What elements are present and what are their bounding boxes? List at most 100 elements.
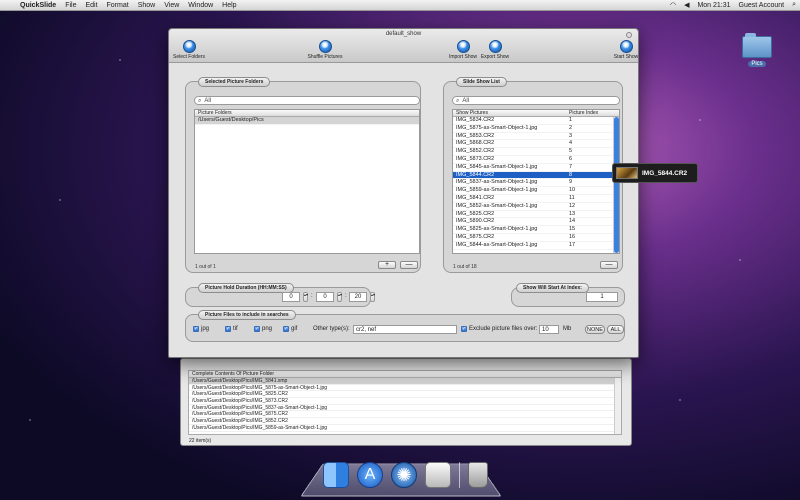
- trash-icon[interactable]: [468, 462, 488, 488]
- table-row[interactable]: IMG_5868.CR2 4: [453, 140, 619, 149]
- slide-name: IMG_5890.CR2: [456, 218, 495, 225]
- add-folder-button[interactable]: +: [378, 261, 396, 269]
- folder-count: 1 out of 1: [195, 264, 216, 270]
- table-row[interactable]: IMG_5852.CR2 5: [453, 148, 619, 156]
- hours-field[interactable]: 0: [282, 292, 300, 302]
- table-row[interactable]: IMG_5875.CR2 16: [453, 234, 619, 242]
- table-row[interactable]: IMG_5873.CR2 6: [453, 156, 619, 164]
- all-button[interactable]: ALL: [607, 325, 624, 334]
- exclude-checkbox[interactable]: ✓ Exclude picture files over:: [461, 326, 537, 332]
- preview-icon[interactable]: [425, 462, 451, 488]
- slide-name: IMG_5875-as-Smart-Object-1.jpg: [456, 124, 538, 131]
- slide-index: 15: [569, 226, 576, 233]
- seconds-stepper[interactable]: ▴▾: [370, 292, 375, 302]
- slide-name: IMG_5852-as-Smart-Object-1.jpg: [456, 202, 538, 209]
- menu-edit[interactable]: Edit: [85, 2, 97, 9]
- table-row[interactable]: IMG_5845-as-Smart-Object-1.jpg 7: [453, 164, 619, 172]
- zoom-button[interactable]: [626, 32, 632, 38]
- volume-icon[interactable]: ◀: [684, 1, 689, 9]
- table-row[interactable]: /Users/Guest/Desktop/Pics/IMG_5837-as-Sm…: [189, 405, 621, 412]
- picture-folders-list[interactable]: Picture Folders /Users/Guest/Desktop/Pic…: [194, 109, 420, 254]
- table-row[interactable]: IMG_5853.CR2 3: [453, 133, 619, 141]
- slide-show-list-panel: Slide Show List ⌕ All Show Pictures Pictu…: [443, 77, 623, 273]
- menubar-user[interactable]: Guest Account: [739, 2, 785, 9]
- folder-contents-header[interactable]: Complete Contents Of Picture Folder: [189, 371, 621, 378]
- select-folders-button[interactable]: Select Folders: [169, 40, 209, 60]
- dock-separator: [459, 462, 460, 488]
- menu-help[interactable]: Help: [222, 2, 236, 9]
- folder-contents-table[interactable]: Complete Contents Of Picture Folder /Use…: [188, 370, 622, 435]
- vertical-scrollbar[interactable]: [613, 117, 619, 253]
- slide-rows: IMG_5834.CR2 1 IMG_5875-as-Smart-Object-1.…: [453, 117, 619, 250]
- table-row[interactable]: IMG_5844-as-Smart-Object-1.jpg 17: [453, 242, 619, 250]
- png-checkbox[interactable]: ✓ png: [254, 326, 272, 332]
- table-row[interactable]: IMG_5852-as-Smart-Object-1.jpg 12: [453, 203, 619, 211]
- shuffle-pictures-button[interactable]: Shuffle Pictures: [305, 40, 345, 60]
- minutes-stepper[interactable]: ▴▾: [337, 292, 342, 302]
- table-row[interactable]: /Users/Guest/Desktop/Pics/IMG_5873.CR2: [189, 398, 621, 405]
- column-picture-folders[interactable]: Picture Folders: [195, 110, 419, 116]
- column-show-pictures[interactable]: Show Pictures: [453, 110, 566, 116]
- table-row[interactable]: IMG_5841.CR2 11: [453, 195, 619, 203]
- table-row[interactable]: /Users/Guest/Desktop/Pics/IMG_5841.xmp: [189, 378, 621, 385]
- spotlight-icon[interactable]: ⌕: [792, 1, 796, 9]
- table-row[interactable]: IMG_5837-as-Smart-Object-1.jpg 9: [453, 179, 619, 188]
- check-icon: ✓: [283, 326, 289, 332]
- menu-file[interactable]: File: [65, 2, 76, 9]
- table-row[interactable]: /Users/Guest/Desktop/Pics/IMG_5825.CR2: [189, 391, 621, 399]
- desktop-folder[interactable]: Pics: [741, 33, 773, 67]
- table-row[interactable]: /Users/Guest/Desktop/Pics/IMG_5875.CR2: [189, 411, 621, 419]
- slide-show-table[interactable]: Show Pictures Picture Index IMG_5834.CR2…: [452, 109, 620, 254]
- menu-app[interactable]: QuickSlide: [20, 2, 56, 9]
- finder-icon[interactable]: [323, 462, 349, 488]
- hours-stepper[interactable]: ▴▾: [303, 292, 308, 302]
- menu-format[interactable]: Format: [107, 2, 129, 9]
- none-button[interactable]: NONE: [585, 325, 605, 334]
- table-row[interactable]: IMG_5859-as-Smart-Object-1.jpg 10: [453, 187, 619, 195]
- picture-folders-header[interactable]: Picture Folders: [195, 110, 419, 117]
- shuffle-icon: [318, 40, 332, 53]
- remove-slide-button[interactable]: —: [600, 261, 618, 269]
- menubar-clock[interactable]: Mon 21:31: [697, 2, 730, 9]
- remove-folder-button[interactable]: —: [400, 261, 418, 269]
- table-row[interactable]: /Users/Guest/Desktop/Pics/IMG_5852.CR2: [189, 418, 621, 425]
- table-row[interactable]: /Users/Guest/Desktop/Pics/IMG_5859-as-Sm…: [189, 425, 621, 432]
- seconds-field[interactable]: 20: [349, 292, 367, 302]
- table-row[interactable]: IMG_5825-as-Smart-Object-1.jpg 15: [453, 226, 619, 234]
- slide-index: 17: [569, 241, 576, 248]
- quickslide-icon[interactable]: ✺: [391, 462, 417, 488]
- app-store-icon[interactable]: A: [357, 462, 383, 488]
- vertical-scrollbar[interactable]: [614, 378, 621, 434]
- export-show-button[interactable]: Export Show: [475, 40, 515, 60]
- column-picture-index[interactable]: Picture Index: [566, 110, 619, 116]
- slide-name: IMG_5852.CR2: [456, 148, 495, 155]
- table-row[interactable]: IMG_5890.CR2 14: [453, 218, 619, 227]
- table-row[interactable]: IMG_5834.CR2 1: [453, 117, 619, 125]
- menu-show[interactable]: Show: [138, 2, 156, 9]
- slide-table-header[interactable]: Show Pictures Picture Index: [453, 110, 619, 117]
- minutes-field[interactable]: 0: [316, 292, 334, 302]
- table-row[interactable]: IMG_5825.CR2 13: [453, 211, 619, 219]
- wifi-icon[interactable]: ◠: [670, 1, 676, 9]
- menu-view[interactable]: View: [164, 2, 179, 9]
- table-row[interactable]: /Users/Guest/Desktop/Pics/IMG_5875-as-Sm…: [189, 385, 621, 392]
- dock-icons: A ✺: [323, 462, 488, 488]
- scrollbar-thumb[interactable]: [614, 117, 619, 253]
- start-show-button[interactable]: Start Show: [606, 40, 646, 60]
- start-index-field[interactable]: 1: [586, 292, 618, 302]
- slide-name: IMG_5873.CR2: [456, 155, 495, 162]
- slide-search-input[interactable]: ⌕ All: [452, 96, 620, 105]
- table-row[interactable]: IMG_5875-as-Smart-Object-1.jpg 2: [453, 125, 619, 133]
- slide-name: IMG_5859-as-Smart-Object-1.jpg: [456, 187, 538, 194]
- gif-checkbox[interactable]: ✓ gif: [283, 326, 297, 332]
- table-row[interactable]: IMG_5844.CR2 8: [453, 171, 619, 180]
- list-item[interactable]: /Users/Guest/Desktop/Pics: [195, 117, 419, 125]
- exclude-size-input[interactable]: 10: [539, 325, 559, 334]
- hold-duration-panel: Picture Hold Duration (HH:MM:SS) 0 ▴▾ : …: [185, 283, 375, 307]
- menu-window[interactable]: Window: [188, 2, 213, 9]
- tif-checkbox[interactable]: ✓ tif: [225, 326, 238, 332]
- other-types-input[interactable]: cr2, nef: [353, 325, 457, 334]
- folder-search-input[interactable]: ⌕ All: [194, 96, 420, 105]
- jpg-checkbox[interactable]: ✓ jpg: [193, 326, 209, 332]
- slide-index: 16: [569, 233, 576, 240]
